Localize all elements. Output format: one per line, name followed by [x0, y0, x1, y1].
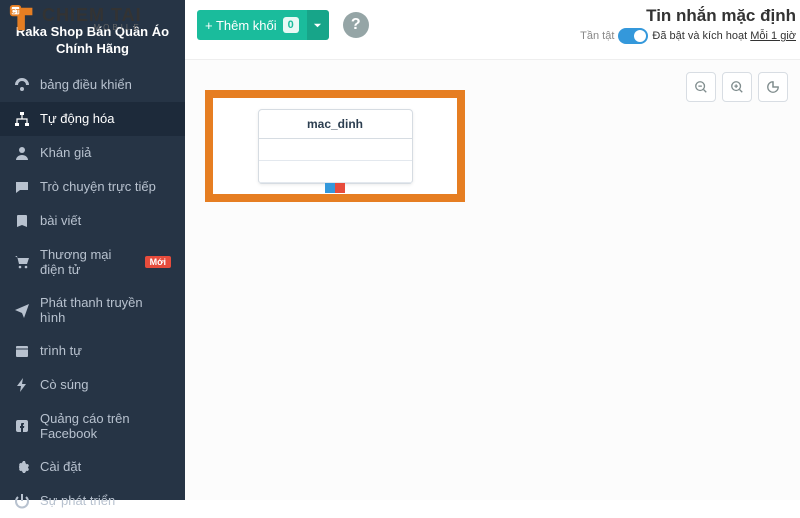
topbar: + Thêm khối 0 ? Tin nhắn mặc định Tần tậ… — [185, 0, 800, 60]
book-icon — [14, 213, 30, 229]
send-icon — [14, 302, 30, 318]
chevron-down-icon — [313, 21, 322, 30]
help-label: ? — [351, 16, 361, 34]
svg-text:CT: CT — [11, 8, 20, 15]
chat-icon — [14, 179, 30, 195]
block-ports — [325, 183, 345, 193]
gear-icon — [14, 459, 30, 475]
calendar-icon — [14, 343, 30, 359]
logo-mark: CT — [8, 4, 38, 34]
status-on-label: Đã bật — [652, 30, 684, 42]
zoom-out-button[interactable] — [686, 72, 716, 102]
block-title: mac_dinh — [259, 110, 412, 139]
sidebar-item-label: Cò súng — [40, 377, 88, 392]
pie-icon — [766, 80, 780, 94]
status-rest: và kích hoạt — [685, 30, 750, 42]
sidebar-item-automation[interactable]: Tự động hóa — [0, 102, 185, 136]
sidebar-item-audience[interactable]: Khán giả — [0, 136, 185, 170]
sidebar-item-broadcast[interactable]: Phát thanh truyền hình — [0, 286, 185, 334]
page-title: Tin nhắn mặc định — [580, 6, 796, 26]
sitemap-icon — [14, 111, 30, 127]
sidebar-item-label: Tự động hóa — [40, 111, 114, 126]
status-toggle[interactable] — [618, 28, 648, 44]
sidebar-item-facebook-ads[interactable]: Quảng cáo trên Facebook — [0, 402, 185, 450]
sidebar-item-sequence[interactable]: trình tự — [0, 334, 185, 368]
zoom-in-icon — [730, 80, 744, 94]
bolt-icon — [14, 377, 30, 393]
sidebar-item-label: bài viết — [40, 213, 81, 228]
main-panel: + Thêm khối 0 ? Tin nhắn mặc định Tần tậ… — [185, 0, 800, 500]
block-row — [259, 161, 412, 183]
facebook-icon — [14, 418, 30, 434]
sidebar-item-dashboard[interactable]: bảng điều khiển — [0, 68, 185, 102]
canvas-controls — [686, 72, 788, 102]
port-out-fail[interactable] — [335, 183, 345, 193]
sidebar-item-trigger[interactable]: Cò súng — [0, 368, 185, 402]
sidebar-item-settings[interactable]: Cài đặt — [0, 450, 185, 484]
sidebar-item-label: Trò chuyện trực tiếp — [40, 179, 156, 194]
sidebar-item-label: Quảng cáo trên Facebook — [40, 411, 171, 441]
flow-block[interactable]: mac_dinh — [258, 109, 413, 184]
selection-frame: mac_dinh — [205, 90, 465, 202]
flow-canvas[interactable]: mac_dinh — [185, 60, 800, 500]
add-block-dropdown[interactable] — [307, 10, 329, 40]
sidebar-item-label: trình tự — [40, 343, 82, 358]
add-block-count: 0 — [283, 17, 299, 33]
sidebar: Raka Shop Bán Quần Áo Chính Hãng bảng đi… — [0, 0, 185, 500]
sidebar-item-label: Phát thanh truyền hình — [40, 295, 171, 325]
power-icon — [14, 493, 30, 509]
sidebar-item-label: Thương mại điện tử — [40, 247, 135, 277]
help-button[interactable]: ? — [343, 12, 369, 38]
stats-button[interactable] — [758, 72, 788, 102]
sidebar-item-growth[interactable]: Sự phát triển — [0, 484, 185, 518]
brand-sub: MOBILE — [42, 24, 142, 32]
status-off-label: Tần tật — [580, 30, 614, 42]
header-right: Tin nhắn mặc định Tần tật Đã bật và kích… — [580, 6, 796, 44]
block-row — [259, 139, 412, 161]
add-block-button[interactable]: + Thêm khối 0 — [197, 10, 307, 40]
port-out-success[interactable] — [325, 183, 335, 193]
user-icon — [14, 145, 30, 161]
status-line: Tần tật Đã bật và kích hoạt Mỗi 1 giờ — [580, 28, 796, 44]
status-interval-link[interactable]: Mỗi 1 giờ — [750, 30, 796, 42]
sidebar-item-ecommerce[interactable]: Thương mại điện tử Mới — [0, 238, 185, 286]
new-badge: Mới — [145, 256, 171, 268]
zoom-in-button[interactable] — [722, 72, 752, 102]
sidebar-item-label: Khán giả — [40, 145, 91, 160]
add-block-label: + Thêm khối — [205, 18, 277, 33]
sidebar-item-posts[interactable]: bài viết — [0, 204, 185, 238]
add-block-group: + Thêm khối 0 — [197, 10, 329, 40]
watermark-logo: CT CHIEM TAI MOBILE — [8, 4, 142, 34]
sidebar-item-label: bảng điều khiển — [40, 77, 132, 92]
zoom-out-icon — [694, 80, 708, 94]
sidebar-item-label: Cài đặt — [40, 459, 81, 474]
sidebar-item-label: Sự phát triển — [40, 493, 115, 508]
dashboard-icon — [14, 77, 30, 93]
sidebar-item-livechat[interactable]: Trò chuyện trực tiếp — [0, 170, 185, 204]
brand-name: CHIEM TAI — [42, 6, 142, 24]
cart-icon — [14, 254, 30, 270]
